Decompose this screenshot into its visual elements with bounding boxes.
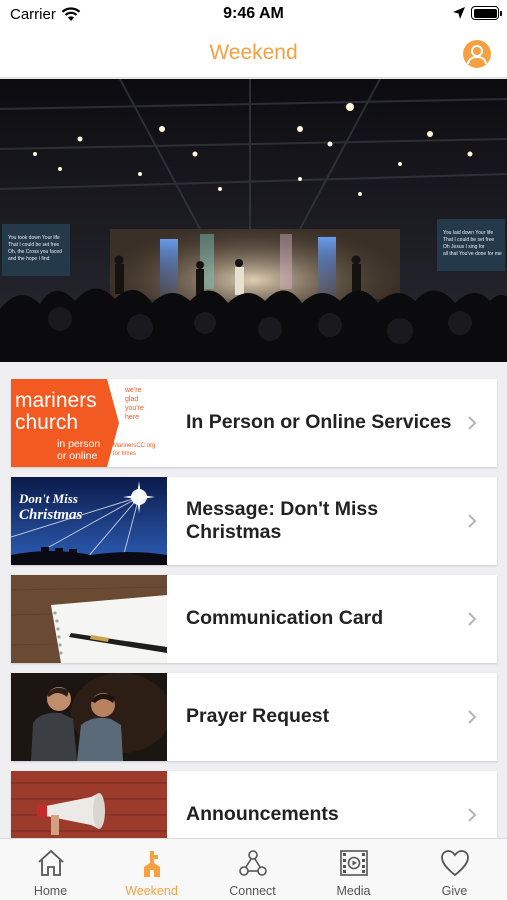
praying-people-image — [11, 673, 167, 761]
tab-label: Connect — [229, 884, 276, 898]
chevron-right-icon — [468, 416, 477, 430]
list-item-communication-card[interactable]: Communication Card — [11, 575, 497, 663]
clock: 9:46 AM — [223, 5, 284, 22]
mariners-side-2: glad — [125, 396, 139, 403]
tab-label: Weekend — [125, 884, 178, 898]
user-icon — [467, 45, 487, 65]
weekend-icon — [144, 851, 160, 877]
tab-media[interactable]: Media — [303, 839, 404, 900]
list-item-label: Communication Card — [186, 607, 384, 630]
list-item-label: Message: Don't Miss Christmas — [186, 497, 379, 543]
christmas-star-image: Don't Miss Christmas — [11, 477, 167, 565]
tab-label: Home — [33, 884, 68, 898]
tab-weekend[interactable]: Weekend — [101, 839, 202, 900]
mariners-side-1: we're — [125, 387, 142, 394]
worship-stage-image: You took down Your life That I could be … — [0, 79, 507, 362]
page-title: Weekend — [209, 41, 298, 64]
list-item-label: Prayer Request — [186, 705, 330, 728]
mariners-logo-line2: church — [15, 411, 79, 434]
mariners-url: MarinersCC.org — [113, 443, 156, 449]
list-item-label: In Person or Online Services — [186, 411, 452, 434]
heart-icon — [441, 850, 469, 877]
list-item-prayer-request[interactable]: Prayer Request — [11, 673, 497, 761]
tab-label: Give — [441, 884, 468, 898]
notebook-pen-image — [11, 575, 167, 663]
profile-button[interactable] — [463, 40, 491, 68]
tab-label: Media — [336, 884, 371, 898]
home-icon — [38, 849, 64, 876]
list-item-services[interactable]: mariners church in person or online we'r… — [11, 379, 497, 467]
tab-connect[interactable]: Connect — [202, 839, 303, 900]
media-icon — [340, 850, 368, 876]
mariners-church-logo: mariners church in person or online we'r… — [11, 379, 167, 467]
location-arrow-icon — [453, 7, 465, 19]
christmas-title-2: Christmas — [19, 507, 83, 523]
tab-give[interactable]: Give — [404, 839, 505, 900]
chevron-right-icon — [468, 808, 477, 822]
chevron-right-icon — [468, 612, 477, 626]
mariners-side-3: you're — [125, 405, 144, 412]
connect-icon — [239, 850, 267, 876]
tab-home[interactable]: Home — [0, 839, 101, 900]
chevron-right-icon — [468, 710, 477, 724]
mariners-side-4: here — [125, 414, 140, 421]
tab-bar: Home Weekend Connect Media Give — [0, 838, 507, 900]
mariners-url2: for times — [113, 451, 137, 457]
list-item-message[interactable]: Don't Miss Christmas Message: Don't Miss… — [11, 477, 497, 565]
mariners-logo-sub2: or online — [57, 450, 98, 462]
christmas-title-1: Don't Miss — [19, 491, 78, 506]
hero-image: You took down Your life That I could be … — [0, 79, 507, 362]
battery-icon — [471, 6, 502, 20]
chevron-right-icon — [468, 514, 477, 528]
mariners-logo-line1: mariners — [15, 389, 97, 412]
nav-bar: Weekend — [0, 30, 507, 78]
status-bar: Carrier 9:46 AM — [0, 0, 507, 30]
mariners-logo-sub1: in person — [57, 438, 101, 450]
